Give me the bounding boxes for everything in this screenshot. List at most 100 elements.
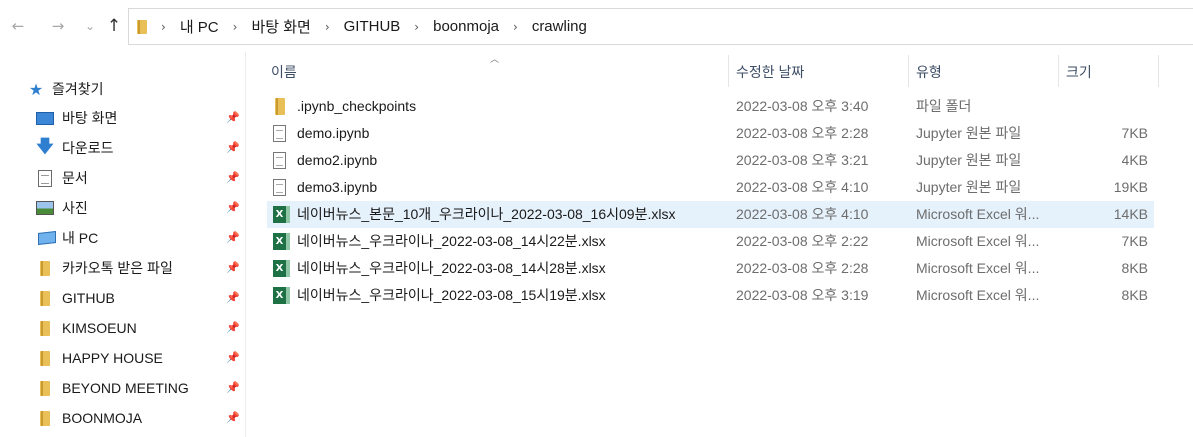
breadcrumb-separator[interactable]: ›: [325, 20, 330, 34]
file-type: Microsoft Excel 워...: [916, 206, 1040, 222]
table-row[interactable]: .ipynb_checkpoints 2022-03-08 오후 3:40 파일…: [267, 93, 1154, 120]
sidebar-item-label: 다운로드: [62, 140, 114, 156]
document-icon: [38, 169, 52, 187]
file-type: Microsoft Excel 워...: [916, 260, 1040, 276]
desktop-icon-wrap: [35, 108, 55, 128]
file-date: 2022-03-08 오후 3:40: [736, 98, 869, 114]
excel-icon: X: [273, 233, 290, 250]
sidebar-item-pictures[interactable]: 사진 📌: [0, 193, 246, 223]
file-type: Jupyter 원본 파일: [916, 179, 1022, 195]
pin-icon: 📌: [226, 201, 240, 214]
file-size: 8KB: [1121, 260, 1148, 276]
file-name: 네이버뉴스_본문_10개_우크라이나_2022-03-08_16시09분.xls…: [297, 206, 676, 222]
breadcrumb-separator[interactable]: ›: [233, 20, 238, 34]
file-name: demo.ipynb: [297, 125, 370, 141]
column-divider[interactable]: [908, 55, 909, 87]
pin-icon: 📌: [226, 381, 240, 394]
sidebar-item-label: BEYOND MEETING: [62, 380, 189, 396]
file-size: 8KB: [1121, 287, 1148, 303]
file-date: 2022-03-08 오후 2:28: [736, 260, 869, 276]
folder-icon-wrap: [35, 378, 55, 398]
file-name: 네이버뉴스_우크라이나_2022-03-08_14시28분.xlsx: [297, 260, 606, 276]
folder-icon: [40, 380, 50, 396]
sidebar-item-happy-house[interactable]: HAPPY HOUSE 📌: [0, 343, 246, 373]
sidebar-item-boonmoja[interactable]: BOONMOJA 📌: [0, 403, 246, 433]
navigation-bar: ← → ⌄ ↑ › 내 PC › 바탕 화면 › GITHUB › boonmo…: [0, 0, 1193, 52]
breadcrumb-boonmoja[interactable]: boonmoja: [433, 18, 499, 35]
file-icon: [273, 125, 286, 142]
file-date: 2022-03-08 오후 2:22: [736, 233, 869, 249]
column-divider[interactable]: [1158, 55, 1159, 87]
pin-icon: 📌: [226, 261, 240, 274]
breadcrumb-separator: ›: [161, 19, 166, 34]
file-size: 4KB: [1121, 152, 1148, 168]
sidebar-item-label: 사진: [62, 200, 88, 216]
sidebar-item-beyond-meeting[interactable]: BEYOND MEETING 📌: [0, 373, 246, 403]
back-arrow-icon[interactable]: ←: [8, 14, 28, 38]
pictures-icon-wrap: [35, 198, 55, 218]
table-row[interactable]: X 네이버뉴스_우크라이나_2022-03-08_15시19분.xlsx 202…: [267, 282, 1154, 309]
folder-icon: [40, 260, 50, 276]
sidebar-item-kimsoeun[interactable]: KIMSOEUN 📌: [0, 313, 246, 343]
recent-locations-chevron-icon[interactable]: ⌄: [80, 14, 100, 38]
file-name: 네이버뉴스_우크라이나_2022-03-08_14시22분.xlsx: [297, 233, 606, 249]
address-bar[interactable]: › 내 PC › 바탕 화면 › GITHUB › boonmoja › cra…: [128, 8, 1193, 45]
file-name: demo2.ipynb: [297, 152, 378, 168]
folder-icon: [40, 410, 50, 426]
sidebar-item-my-pc[interactable]: 내 PC 📌: [0, 223, 246, 253]
breadcrumb-separator[interactable]: ›: [414, 20, 419, 34]
file-date: 2022-03-08 오후 2:28: [736, 125, 869, 141]
up-arrow-icon[interactable]: ↑: [104, 14, 124, 38]
table-row[interactable]: X 네이버뉴스_우크라이나_2022-03-08_14시28분.xlsx 202…: [267, 255, 1154, 282]
sidebar-item-quick-access[interactable]: ★ 즐겨찾기: [0, 74, 246, 104]
forward-arrow-icon[interactable]: →: [48, 14, 68, 38]
breadcrumb-my-pc[interactable]: 내 PC: [180, 16, 219, 37]
column-divider[interactable]: [1058, 55, 1059, 87]
file-icon: [273, 152, 286, 169]
table-row[interactable]: X 네이버뉴스_우크라이나_2022-03-08_14시22분.xlsx 202…: [267, 228, 1154, 255]
breadcrumb-desktop[interactable]: 바탕 화면: [251, 16, 310, 37]
sidebar-item-label: KIMSOEUN: [62, 320, 137, 336]
file-size: 7KB: [1121, 125, 1148, 141]
column-header-size[interactable]: 크기: [1066, 55, 1092, 89]
column-header-name[interactable]: 이름: [271, 55, 297, 89]
breadcrumb-crawling[interactable]: crawling: [532, 18, 587, 35]
excel-icon: X: [273, 287, 290, 304]
table-row[interactable]: demo.ipynb 2022-03-08 오후 2:28 Jupyter 원본…: [267, 120, 1154, 147]
pin-icon: 📌: [226, 171, 240, 184]
file-date: 2022-03-08 오후 4:10: [736, 206, 869, 222]
sidebar-item-label: 바탕 화면: [62, 110, 118, 126]
file-size: 19KB: [1113, 179, 1148, 195]
table-row[interactable]: demo2.ipynb 2022-03-08 오후 3:21 Jupyter 원…: [267, 147, 1154, 174]
star-icon: ★: [28, 79, 44, 99]
pin-icon: 📌: [226, 321, 240, 334]
sidebar-item-downloads[interactable]: 🡇 다운로드 📌: [0, 133, 246, 163]
file-size: 14KB: [1113, 206, 1148, 222]
file-name: 네이버뉴스_우크라이나_2022-03-08_15시19분.xlsx: [297, 287, 606, 303]
table-row-selected[interactable]: X 네이버뉴스_본문_10개_우크라이나_2022-03-08_16시09분.x…: [267, 201, 1154, 228]
excel-icon: X: [273, 206, 290, 223]
folder-icon: [40, 350, 50, 366]
folder-icon-wrap: [35, 318, 55, 338]
sidebar-item-documents[interactable]: 문서 📌: [0, 163, 246, 193]
table-row[interactable]: demo3.ipynb 2022-03-08 오후 4:10 Jupyter 원…: [267, 174, 1154, 201]
column-header-type[interactable]: 유형: [916, 55, 942, 89]
sidebar-item-kakaotalk[interactable]: 카카오톡 받은 파일 📌: [0, 253, 246, 283]
folder-icon: [40, 320, 50, 336]
breadcrumb-github[interactable]: GITHUB: [344, 18, 401, 35]
sidebar-item-label: GITHUB: [62, 290, 115, 306]
column-header-date[interactable]: 수정한 날짜: [736, 55, 804, 89]
sidebar-item-label: BOONMOJA: [62, 410, 143, 426]
folder-icon: [275, 98, 285, 115]
folder-icon: [40, 290, 50, 306]
breadcrumb-separator[interactable]: ›: [513, 20, 518, 34]
navigation-pane: ★ 즐겨찾기 바탕 화면 📌 🡇 다운로드 📌 문서 📌 사진 📌 내 PC 📌…: [0, 52, 246, 437]
file-date: 2022-03-08 오후 4:10: [736, 179, 869, 195]
pin-icon: 📌: [226, 351, 240, 364]
pin-icon: 📌: [226, 231, 240, 244]
download-icon: 🡇: [36, 136, 54, 157]
sidebar-item-desktop[interactable]: 바탕 화면 📌: [0, 103, 246, 133]
column-divider[interactable]: [728, 55, 729, 87]
sidebar-item-github[interactable]: GITHUB 📌: [0, 283, 246, 313]
file-list: ︿ 이름 수정한 날짜 유형 크기 .ipynb_checkpoints 202…: [247, 52, 1193, 437]
